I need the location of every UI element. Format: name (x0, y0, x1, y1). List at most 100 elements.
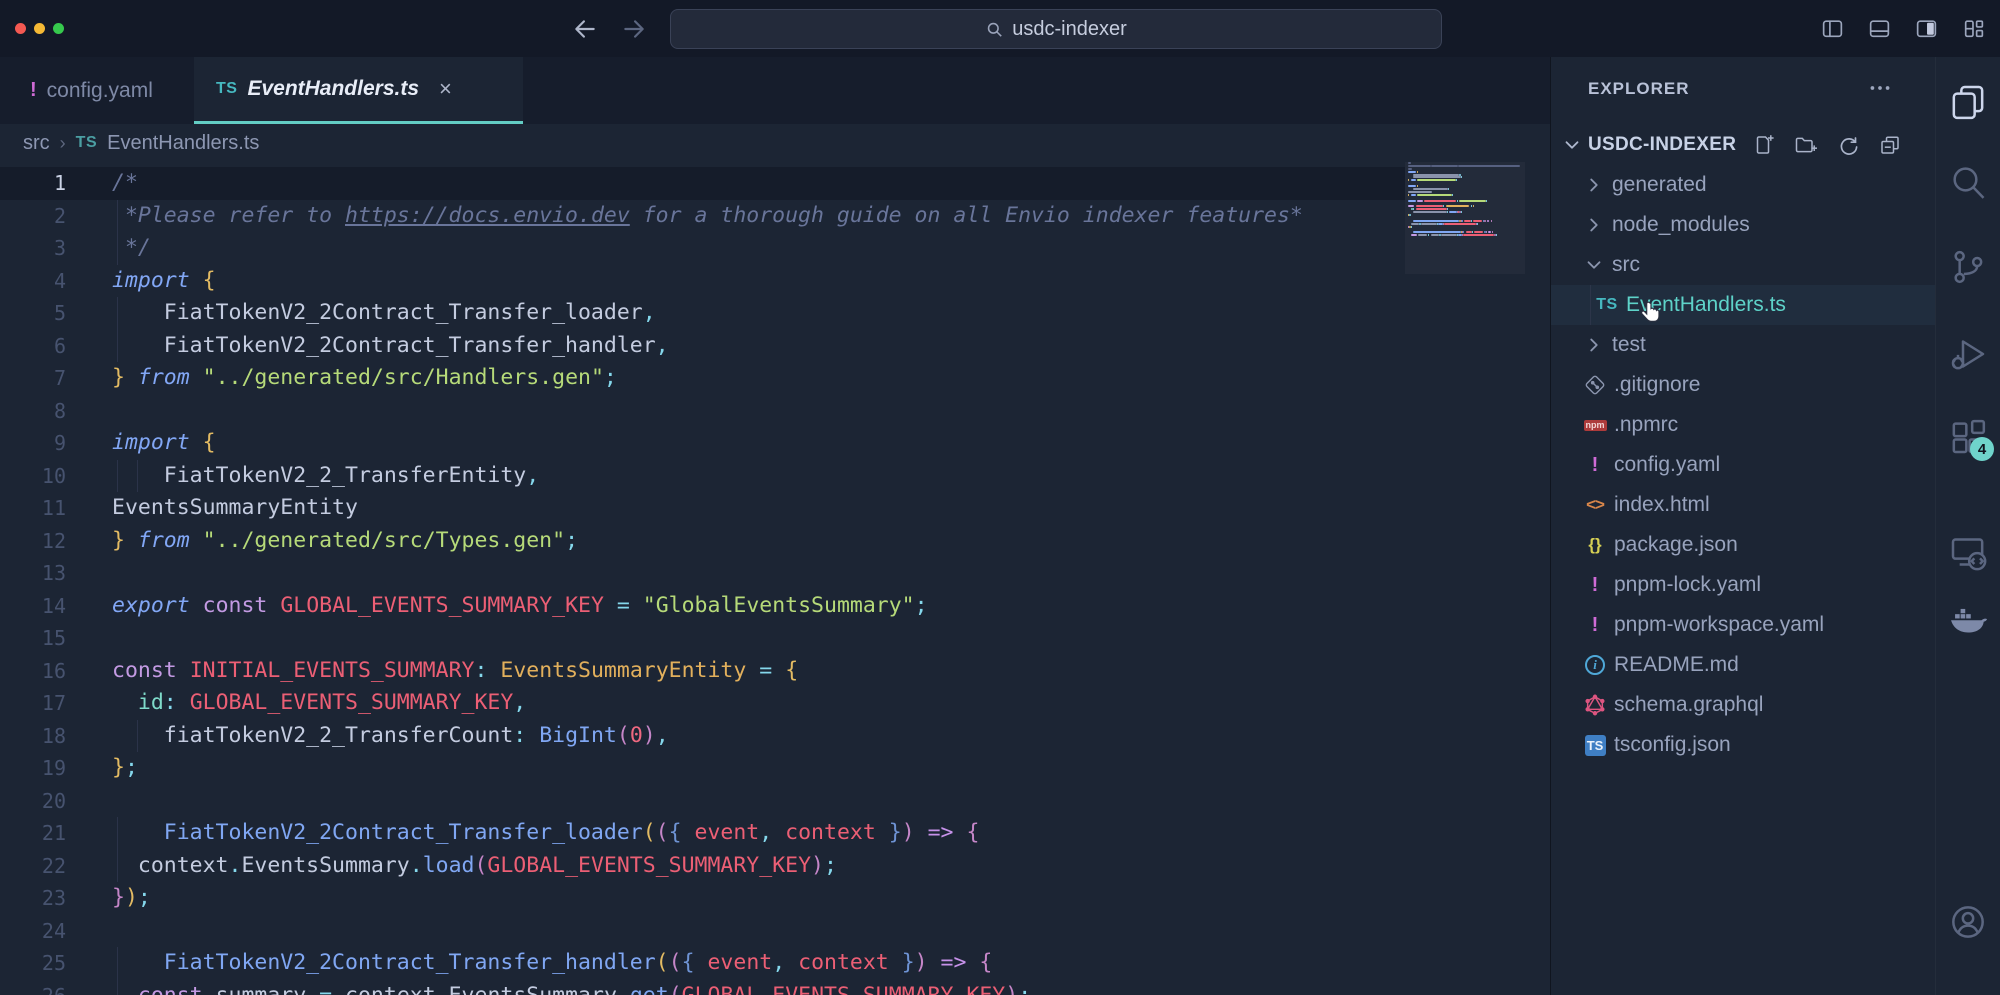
code-text: EventsSummaryEntity (112, 492, 358, 525)
back-button[interactable] (570, 14, 600, 44)
explorer-sidebar: EXPLORER USDC-INDEXER (1550, 57, 1935, 995)
tab-label: config.yaml (47, 79, 153, 103)
tab-config.yaml[interactable]: ! config.yaml (8, 57, 186, 124)
tree-item-label: config.yaml (1614, 453, 1720, 477)
tab-bar: !config.yamlTSEventHandlers.ts× ⋯ (0, 57, 1550, 124)
tree-file-index.html[interactable]: <>index.html (1551, 485, 1936, 525)
run-debug-icon[interactable] (1948, 334, 1988, 374)
code-line-22: 22 context.EventsSummary.load(GLOBAL_EVE… (0, 850, 1405, 883)
tab-EventHandlers.ts[interactable]: TS EventHandlers.ts × (194, 57, 523, 124)
line-number: 16 (0, 655, 66, 688)
source-control-icon[interactable] (1948, 247, 1988, 287)
tree-folder-node_modules[interactable]: node_modules (1551, 205, 1936, 245)
back-arrow-icon (572, 16, 598, 42)
toggle-primary-sidebar-icon[interactable] (1820, 16, 1845, 41)
zoom-window-button[interactable] (53, 23, 64, 34)
explorer-icon[interactable] (1948, 82, 1988, 122)
toggle-panel-icon[interactable] (1867, 16, 1892, 41)
line-number: 22 (0, 850, 66, 883)
tree-file-.npmrc[interactable]: npm.npmrc (1551, 405, 1936, 445)
tree-file-config.yaml[interactable]: !config.yaml (1551, 445, 1936, 485)
vscode-window: usdc-indexer !config.yamlTSEventHandlers… (0, 0, 2000, 995)
line-number: 11 (0, 492, 66, 525)
mouse-cursor (1638, 300, 1664, 328)
explorer-header-actions (1752, 133, 1902, 157)
collapse-all-icon[interactable] (1878, 133, 1902, 157)
code-editor[interactable]: 1/*2 *Please refer to https://docs.envio… (0, 162, 1405, 995)
search-icon[interactable] (1948, 162, 1988, 202)
tsconfig-icon: TS (1583, 734, 1607, 756)
line-number: 5 (0, 297, 66, 330)
graphql-icon (1583, 694, 1607, 716)
search-icon (985, 20, 1004, 39)
code-line-4: 4import { (0, 265, 1405, 298)
accounts-icon[interactable] (1948, 902, 1988, 942)
code-line-23: 23}); (0, 882, 1405, 915)
workspace-name: USDC-INDEXER (1588, 134, 1736, 156)
minimap[interactable] (1405, 162, 1525, 995)
code-text: const INITIAL_EVENTS_SUMMARY: EventsSumm… (112, 655, 798, 688)
code-text: fiatTokenV2_2_TransferCount: BigInt(0), (112, 720, 669, 753)
close-window-button[interactable] (15, 23, 26, 34)
toggle-secondary-sidebar-icon[interactable] (1914, 16, 1939, 41)
close-icon[interactable]: × (439, 76, 452, 102)
code-line-11: 11 EventsSummaryEntity (0, 492, 1405, 525)
tree-item-label: tsconfig.json (1614, 733, 1731, 757)
tree-file-pnpm-workspace.yaml[interactable]: !pnpm-workspace.yaml (1551, 605, 1936, 645)
code-text: }; (112, 752, 138, 785)
new-folder-icon[interactable] (1794, 133, 1818, 157)
tree-item-label: .gitignore (1614, 373, 1700, 397)
line-number: 26 (0, 980, 66, 995)
code-line-1: 1/* (0, 167, 1405, 200)
command-center-search[interactable]: usdc-indexer (670, 9, 1442, 49)
tree-file-tsconfig.json[interactable]: TS tsconfig.json (1551, 725, 1936, 765)
explorer-more-actions-icon[interactable] (1867, 75, 1893, 101)
code-text: } from "../generated/src/Handlers.gen"; (112, 362, 617, 395)
tree-file-package.json[interactable]: {}package.json (1551, 525, 1936, 565)
line-number: 2 (0, 200, 66, 233)
code-line-8: 8 (0, 395, 1405, 428)
yaml-warning-icon: ! (30, 79, 37, 102)
tree-item-label: README.md (1614, 653, 1739, 677)
explorer-title: EXPLORER (1588, 79, 1690, 99)
tree-folder-generated[interactable]: generated (1551, 165, 1936, 205)
remote-explorer-icon[interactable] (1948, 532, 1988, 572)
breadcrumb-item-src[interactable]: src (23, 132, 50, 155)
minimize-window-button[interactable] (34, 23, 45, 34)
forward-button[interactable] (619, 14, 649, 44)
tree-file-pnpm-lock.yaml[interactable]: !pnpm-lock.yaml (1551, 565, 1936, 605)
workspace-section-header[interactable]: USDC-INDEXER (1551, 125, 1936, 165)
tree-file-EventHandlers.ts[interactable]: TSEventHandlers.ts (1551, 285, 1936, 325)
typescript-icon: TS (216, 80, 237, 98)
line-number: 6 (0, 330, 66, 363)
tree-item-label: .npmrc (1614, 413, 1678, 437)
tree-indent-guide (1590, 285, 1591, 325)
tree-folder-src[interactable]: src (1551, 245, 1936, 285)
code-text: import { (112, 265, 216, 298)
code-line-5: 5 FiatTokenV2_2Contract_Transfer_loader, (0, 297, 1405, 330)
docker-icon[interactable] (1948, 600, 1988, 640)
code-text: export const GLOBAL_EVENTS_SUMMARY_KEY =… (112, 590, 928, 623)
tree-file-.gitignore[interactable]: .gitignore (1551, 365, 1936, 405)
new-file-icon[interactable] (1752, 133, 1776, 157)
tab-label: EventHandlers.ts (247, 77, 419, 101)
customize-layout-icon[interactable] (1961, 16, 1986, 41)
refresh-icon[interactable] (1836, 133, 1860, 157)
code-text: */ (112, 232, 151, 265)
tree-folder-test[interactable]: test (1551, 325, 1936, 365)
search-value: usdc-indexer (1012, 18, 1127, 41)
tree-item-label: src (1612, 253, 1640, 277)
typescript-icon: TS (1595, 294, 1619, 316)
line-number: 20 (0, 785, 66, 818)
chevron-right-icon (1583, 174, 1605, 196)
breadcrumb-item-file[interactable]: EventHandlers.ts (107, 132, 259, 155)
code-line-17: 17 id: GLOBAL_EVENTS_SUMMARY_KEY, (0, 687, 1405, 720)
code-line-7: 7} from "../generated/src/Handlers.gen"; (0, 362, 1405, 395)
tree-file-README.md[interactable]: iREADME.md (1551, 645, 1936, 685)
chevron-down-icon (1583, 254, 1605, 276)
code-line-18: 18 fiatTokenV2_2_TransferCount: BigInt(0… (0, 720, 1405, 753)
code-text: import { (112, 427, 216, 460)
line-number: 1 (0, 167, 66, 200)
tree-file-schema.graphql[interactable]: schema.graphql (1551, 685, 1936, 725)
extensions-icon[interactable]: 4 (1948, 417, 1988, 457)
